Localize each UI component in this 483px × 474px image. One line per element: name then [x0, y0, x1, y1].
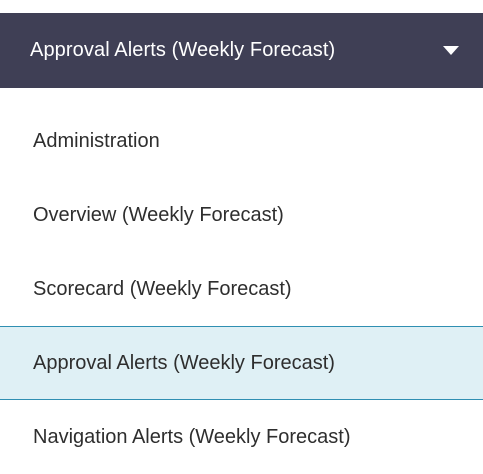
- menu-item-administration[interactable]: Administration: [0, 104, 483, 178]
- chevron-down-icon[interactable]: [443, 46, 459, 55]
- menu-item-approval-alerts[interactable]: Approval Alerts (Weekly Forecast): [0, 326, 483, 400]
- dashboard-selector[interactable]: Approval Alerts (Weekly Forecast): [0, 13, 483, 88]
- dashboard-menu: Administration Overview (Weekly Forecast…: [0, 104, 483, 474]
- dashboard-selector-label: Approval Alerts (Weekly Forecast): [30, 39, 336, 61]
- menu-item-scorecard[interactable]: Scorecard (Weekly Forecast): [0, 252, 483, 326]
- menu-item-overview[interactable]: Overview (Weekly Forecast): [0, 178, 483, 252]
- menu-item-navigation-alerts[interactable]: Navigation Alerts (Weekly Forecast): [0, 400, 483, 474]
